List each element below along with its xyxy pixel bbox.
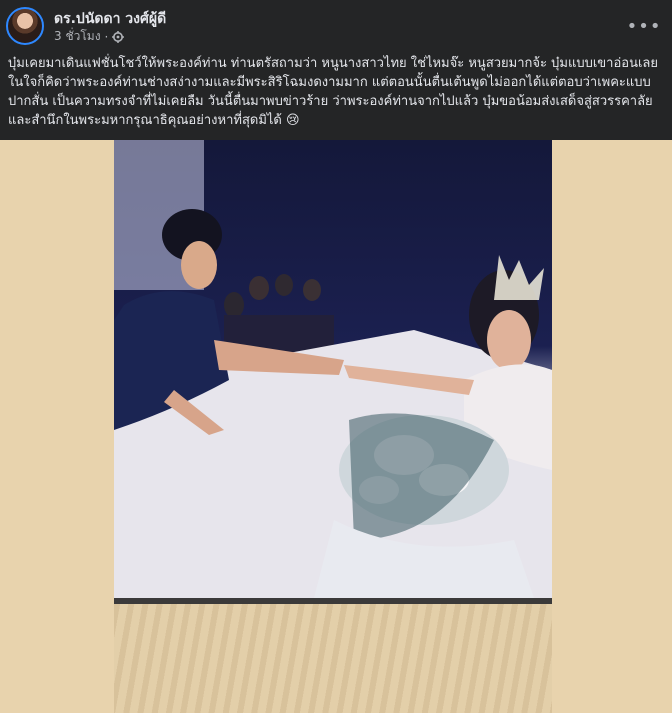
post-meta: 3 ชั่วโมง · [54, 27, 125, 46]
post-timestamp[interactable]: 3 ชั่วโมง [54, 27, 101, 46]
photo-image [114, 140, 552, 598]
more-horizontal-icon: ••• [626, 15, 662, 37]
wood-surface [114, 604, 552, 713]
post-media [0, 140, 672, 713]
more-options-button[interactable]: ••• [627, 12, 661, 40]
post-photo[interactable] [114, 140, 552, 713]
post-body-text: บุ๋มเคยมาเดินแฟชั่นโชว์ให้พระองค์ท่าน ท่… [8, 56, 658, 128]
photo-illustration [114, 140, 552, 598]
meta-separator: · [104, 29, 109, 44]
facebook-post: ดร.ปนัดดา วงศ์ผู้ดี 3 ชั่วโมง · ••• บุ๋ม… [0, 0, 672, 713]
post-header: ดร.ปนัดดา วงศ์ผู้ดี 3 ชั่วโมง · ••• [0, 0, 672, 52]
gear-icon[interactable] [112, 30, 125, 43]
author-avatar[interactable] [6, 7, 44, 45]
